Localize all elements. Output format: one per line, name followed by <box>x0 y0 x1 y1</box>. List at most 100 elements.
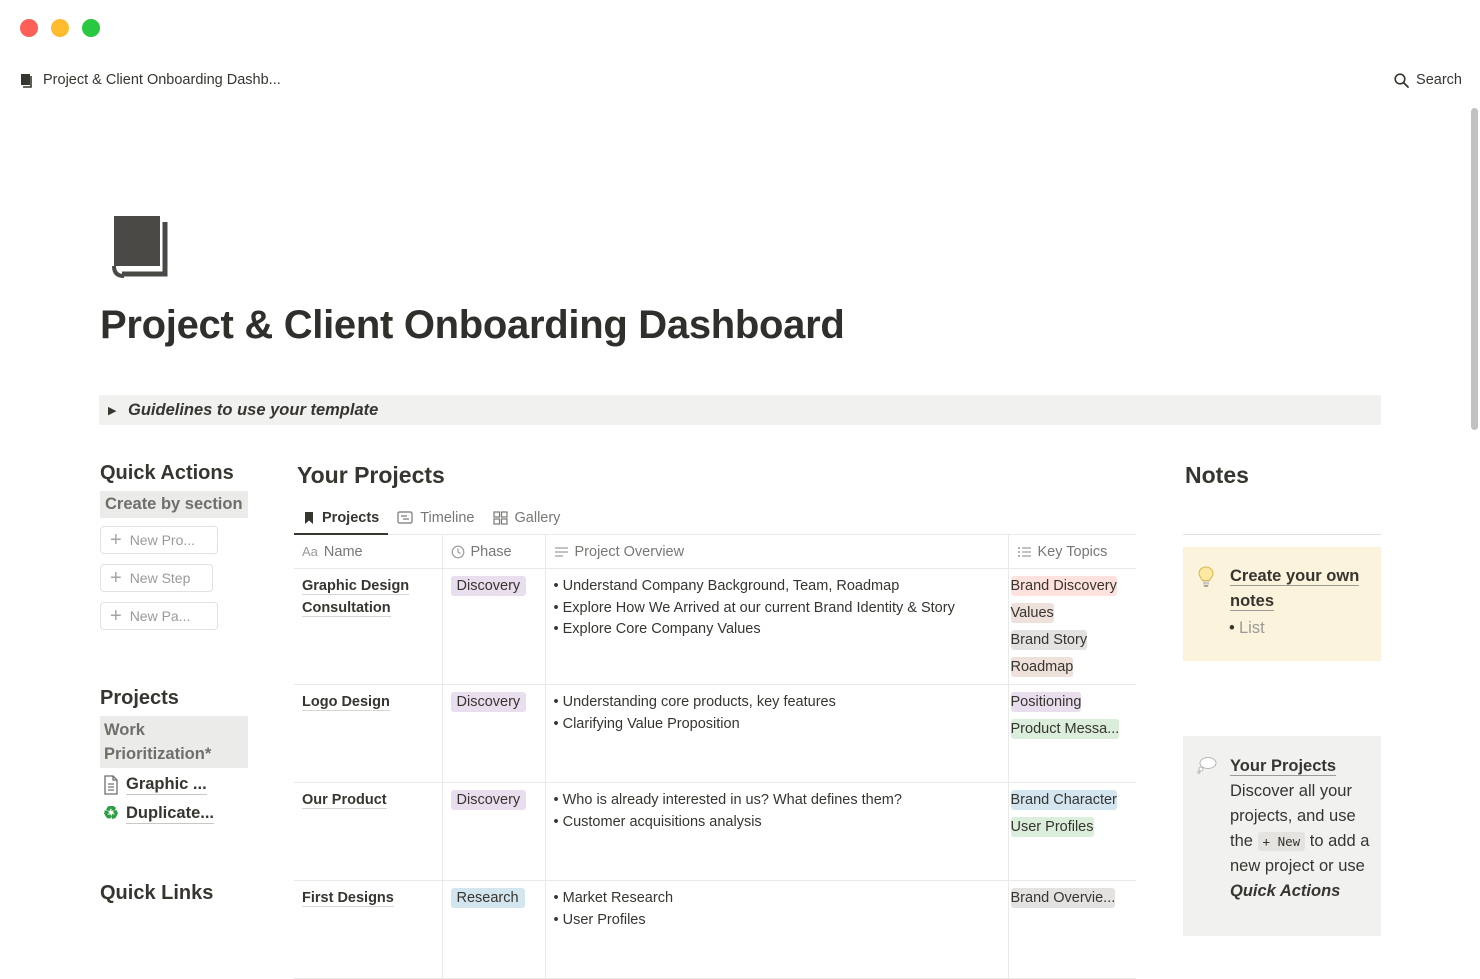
topic-tag: Product Messa... <box>1010 719 1120 739</box>
table-header-row: Aa Name Phase Project Overview Key Topics <box>294 535 1136 569</box>
tab-timeline-label: Timeline <box>420 509 475 526</box>
row-name-cell[interactable]: Graphic Design Consultation <box>294 568 443 685</box>
column-header-name[interactable]: Aa Name <box>294 535 443 569</box>
gallery-icon <box>492 510 508 525</box>
guidelines-toggle[interactable]: ▶ Guidelines to use your template <box>99 395 1381 425</box>
row-overview-cell[interactable]: Market Research User Profiles <box>545 880 1009 979</box>
page-icon <box>104 774 118 795</box>
thought-bubble-icon <box>1197 757 1217 774</box>
row-topics-cell[interactable]: Brand Discovery Values Brand Story Roadm… <box>1008 568 1136 685</box>
column-header-overview[interactable]: Project Overview <box>545 535 1009 569</box>
column-header-topics[interactable]: Key Topics <box>1008 535 1136 569</box>
row-phase-cell[interactable]: Discovery <box>442 782 546 881</box>
column-topics-label: Key Topics <box>1037 543 1108 560</box>
search-icon <box>1394 72 1409 88</box>
search-label: Search <box>1416 72 1462 88</box>
tab-projects[interactable]: Projects <box>294 501 389 535</box>
tab-gallery-label: Gallery <box>514 509 561 526</box>
work-prioritization-label: Work Prioritization* <box>100 716 248 768</box>
left-column: Quick Actions Create by section + New Pr… <box>100 462 248 905</box>
projects-heading: Projects <box>100 687 179 709</box>
scrollbar[interactable] <box>1471 108 1478 430</box>
row-name[interactable]: Logo Design <box>302 694 390 711</box>
list-item[interactable]: List <box>1229 619 1265 638</box>
topic-tag: Brand Discovery <box>1010 576 1117 596</box>
topic-tag: Brand Character <box>1010 790 1117 810</box>
plus-icon: + <box>110 529 122 551</box>
column-header-phase[interactable]: Phase <box>442 535 546 569</box>
tab-gallery[interactable]: Gallery <box>484 501 570 534</box>
tab-timeline[interactable]: Timeline <box>388 501 483 534</box>
row-topics-cell[interactable]: Brand Character User Profiles <box>1008 782 1136 881</box>
overview-item: User Profiles <box>554 910 1000 932</box>
topic-tag: Positioning <box>1010 692 1082 712</box>
quick-actions-heading: Quick Actions <box>100 462 234 484</box>
new-project-button[interactable]: + New Pro... <box>100 526 218 554</box>
minimize-window-button[interactable] <box>51 19 69 37</box>
overview-item: Understand Company Background, Team, Roa… <box>554 576 1000 598</box>
timeline-icon <box>397 511 413 524</box>
row-overview-cell[interactable]: Understanding core products, key feature… <box>545 684 1009 783</box>
new-step-label: New Step <box>129 570 191 586</box>
topic-tag: Values <box>1010 603 1054 623</box>
triangle-right-icon[interactable]: ▶ <box>108 404 122 417</box>
page-book-icon[interactable] <box>112 214 172 278</box>
window-controls <box>20 19 100 37</box>
table-row[interactable]: Our Product Discovery Who is already int… <box>294 782 1136 881</box>
create-notes-link[interactable]: Create your own notes <box>1230 567 1360 611</box>
divider <box>1183 534 1381 535</box>
new-step-button[interactable]: + New Step <box>100 564 213 592</box>
row-name-cell[interactable]: Logo Design <box>294 684 443 783</box>
guidelines-toggle-label: Guidelines to use your template <box>128 400 379 419</box>
project-link-duplicate[interactable]: ♻ Duplicate... <box>100 803 248 824</box>
new-page-label: New Pa... <box>129 608 191 624</box>
row-name-cell[interactable]: First Designs <box>294 880 443 979</box>
breadcrumb[interactable]: Project & Client Onboarding Dashb... <box>20 72 281 88</box>
create-by-section-label: Create by section <box>100 491 248 518</box>
projects-table: Aa Name Phase Project Overview Key Topics… <box>294 535 1136 979</box>
your-projects-link[interactable]: Your Projects <box>1230 757 1337 776</box>
create-notes-callout[interactable]: Create your own notes List <box>1183 547 1381 661</box>
table-row[interactable]: Graphic Design Consultation Discovery Un… <box>294 568 1136 685</box>
close-window-button[interactable] <box>20 19 38 37</box>
zoom-window-button[interactable] <box>82 19 100 37</box>
phase-badge: Discovery <box>450 692 527 712</box>
inline-code: + New <box>1257 832 1306 851</box>
row-topics-cell[interactable]: Brand Overvie... <box>1008 880 1136 979</box>
recycle-icon: ♻ <box>102 803 120 823</box>
project-link-graphic[interactable]: Graphic ... <box>100 774 248 795</box>
row-phase-cell[interactable]: Discovery <box>442 684 546 783</box>
new-page-button[interactable]: + New Pa... <box>100 602 218 630</box>
row-name[interactable]: Our Product <box>302 792 387 809</box>
row-overview-cell[interactable]: Who is already interested in us? What de… <box>545 782 1009 881</box>
page-title: Project & Client Onboarding Dashboard <box>100 303 845 347</box>
column-phase-label: Phase <box>470 543 512 560</box>
quick-links-heading: Quick Links <box>100 882 214 904</box>
row-topics-cell[interactable]: Positioning Product Messa... <box>1008 684 1136 783</box>
overview-item: Customer acquisitions analysis <box>554 812 1000 834</box>
row-overview-cell[interactable]: Understand Company Background, Team, Roa… <box>545 568 1009 685</box>
column-name-label: Name <box>323 543 363 560</box>
phase-badge: Discovery <box>450 576 527 596</box>
multi-select-icon <box>1017 546 1031 557</box>
your-projects-callout[interactable]: Your Projects Discover all your projects… <box>1183 736 1381 936</box>
row-phase-cell[interactable]: Research <box>442 880 546 979</box>
breadcrumb-title: Project & Client Onboarding Dashb... <box>43 72 281 88</box>
row-phase-cell[interactable]: Discovery <box>442 568 546 685</box>
overview-item: Understanding core products, key feature… <box>554 692 1000 714</box>
overview-item: Market Research <box>554 888 1000 910</box>
text-property-icon: Aa <box>302 544 318 559</box>
status-icon <box>451 545 464 558</box>
database-title[interactable]: Your Projects <box>297 462 1136 489</box>
create-notes-heading[interactable]: Create your own notes <box>1230 564 1370 614</box>
row-name[interactable]: Graphic Design Consultation <box>302 578 410 617</box>
row-name-cell[interactable]: Our Product <box>294 782 443 881</box>
phase-badge: Research <box>450 888 525 908</box>
row-name[interactable]: First Designs <box>302 890 394 907</box>
search-button[interactable]: Search <box>1394 72 1462 88</box>
table-row[interactable]: First Designs Research Market Research U… <box>294 880 1136 979</box>
column-overview-label: Project Overview <box>574 543 685 560</box>
overview-item: Explore Core Company Values <box>554 619 1000 641</box>
table-row[interactable]: Logo Design Discovery Understanding core… <box>294 684 1136 783</box>
topic-tag: Roadmap <box>1010 657 1074 677</box>
